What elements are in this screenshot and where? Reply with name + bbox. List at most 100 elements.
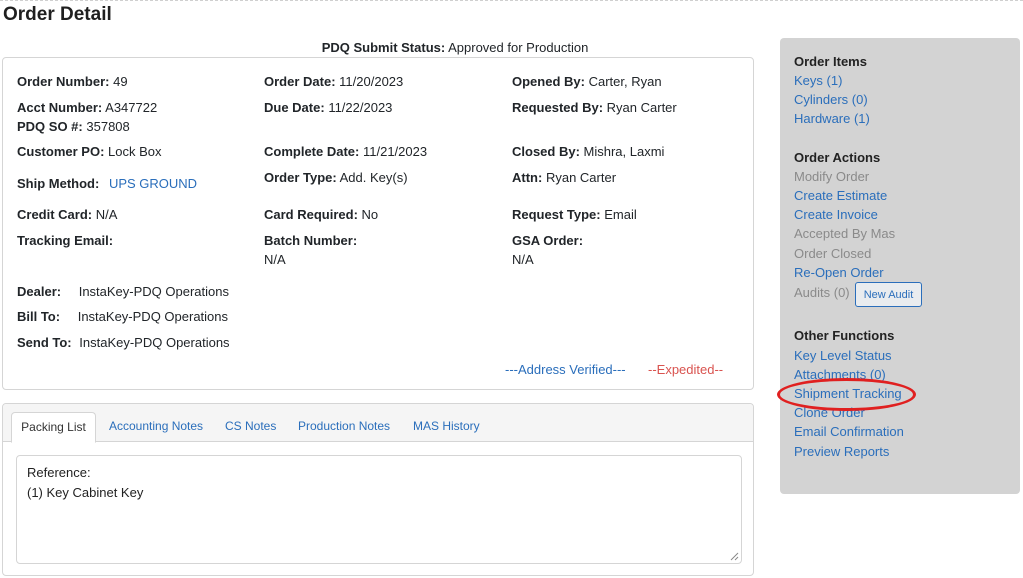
ship-method-label: Ship Method:: [17, 176, 100, 191]
order-closed-disabled: Order Closed: [794, 246, 872, 261]
customer-po-value: Lock Box: [108, 144, 162, 159]
tracking-email-label: Tracking Email:: [17, 233, 114, 248]
dealer-value: InstaKey-PDQ Operations: [78, 284, 229, 299]
send-to-value: InstaKey-PDQ Operations: [79, 335, 230, 350]
order-items-heading: Order Items: [794, 54, 867, 69]
address-verified-label: ---Address Verified---: [505, 362, 626, 377]
bill-to-label: Bill To:: [17, 309, 61, 324]
ship-method-value: UPS GROUND: [108, 176, 198, 191]
customer-po-field: Customer PO: Lock Box: [17, 142, 162, 161]
attn-label: Attn:: [512, 170, 543, 185]
order-date-field: Order Date: 11/20/2023: [264, 72, 403, 91]
order-number-value: 49: [113, 74, 128, 89]
tab-cs-notes[interactable]: CS Notes: [225, 419, 276, 433]
customer-po-label: Customer PO:: [17, 144, 105, 159]
order-number-field: Order Number: 49: [17, 72, 128, 91]
accepted-by-mas-disabled: Accepted By Mas: [794, 226, 896, 241]
due-date-value: 11/22/2023: [328, 100, 393, 115]
other-functions-heading: Other Functions: [794, 328, 895, 343]
due-date-label: Due Date:: [264, 100, 325, 115]
attn-value: Ryan Carter: [545, 170, 617, 185]
dealer-label: Dealer:: [17, 284, 62, 299]
attn-field: Attn: Ryan Carter: [512, 168, 616, 187]
keys-link[interactable]: Keys (1): [794, 73, 842, 88]
key-level-status-link[interactable]: Key Level Status: [794, 348, 892, 363]
request-type-field: Request Type: Email: [512, 205, 637, 224]
closed-by-label: Closed By:: [512, 144, 580, 159]
packing-list-notes[interactable]: Reference: (1) Key Cabinet Key: [16, 455, 742, 564]
dealer-field: Dealer: InstaKey-PDQ Operations: [17, 282, 229, 301]
resize-grip-icon[interactable]: [730, 552, 739, 561]
order-info-card: Order Number: 49 Order Date: 11/20/2023 …: [2, 57, 754, 390]
hardware-link[interactable]: Hardware (1): [794, 111, 870, 126]
order-actions-heading: Order Actions: [794, 150, 881, 165]
create-invoice-link[interactable]: Create Invoice: [794, 207, 878, 222]
pdq-so-value: 357808: [86, 119, 130, 134]
acct-number-value: A347722: [105, 100, 158, 115]
tab-accounting-notes[interactable]: Accounting Notes: [109, 419, 203, 433]
create-estimate-link[interactable]: Create Estimate: [794, 188, 887, 203]
card-required-value: No: [361, 207, 379, 222]
audits-count: Audits (0): [794, 285, 850, 300]
order-date-label: Order Date:: [264, 74, 336, 89]
card-required-label: Card Required:: [264, 207, 358, 222]
top-divider: [0, 0, 1023, 2]
email-confirmation-link[interactable]: Email Confirmation: [794, 424, 904, 439]
request-type-value: Email: [604, 207, 637, 222]
submit-status-value: Approved for Production: [448, 40, 589, 55]
acct-number-field: Acct Number: A347722: [17, 98, 157, 117]
order-date-value: 11/20/2023: [339, 74, 404, 89]
acct-number-label: Acct Number:: [17, 100, 103, 115]
notes-line-reference: Reference:: [27, 465, 91, 480]
page-title: Order Detail: [3, 4, 112, 25]
gsa-order-label: GSA Order:: [512, 233, 584, 248]
order-sidebar: Order Items Keys (1) Cylinders (0) Hardw…: [780, 38, 1020, 494]
closed-by-field: Closed By: Mishra, Laxmi: [512, 142, 664, 161]
requested-by-value: Ryan Carter: [606, 100, 677, 115]
shipment-tracking-highlight: [777, 378, 916, 411]
due-date-field: Due Date: 11/22/2023: [264, 98, 392, 117]
preview-reports-link[interactable]: Preview Reports: [794, 444, 889, 459]
gsa-order-field: GSA Order: N/A: [512, 231, 583, 269]
cylinders-link[interactable]: Cylinders (0): [794, 92, 868, 107]
tab-mas-history[interactable]: MAS History: [413, 419, 480, 433]
batch-number-label: Batch Number:: [264, 233, 358, 248]
send-to-field: Send To: InstaKey-PDQ Operations: [17, 333, 230, 352]
modify-order-disabled: Modify Order: [794, 169, 870, 184]
closed-by-value: Mishra, Laxmi: [583, 144, 665, 159]
requested-by-field: Requested By: Ryan Carter: [512, 98, 677, 117]
request-type-label: Request Type:: [512, 207, 601, 222]
pdq-so-label: PDQ SO #:: [17, 119, 83, 134]
reopen-order-link[interactable]: Re-Open Order: [794, 265, 884, 280]
batch-number-field: Batch Number: N/A: [264, 231, 357, 269]
expedited-label: --Expedited--: [648, 362, 724, 377]
opened-by-value: Carter, Ryan: [588, 74, 662, 89]
opened-by-field: Opened By: Carter, Ryan: [512, 72, 662, 91]
order-type-field: Order Type: Add. Key(s): [264, 168, 408, 187]
pdq-submit-status: PDQ Submit Status: Approved for Producti…: [0, 40, 910, 55]
order-type-label: Order Type:: [264, 170, 337, 185]
order-type-value: Add. Key(s): [339, 170, 408, 185]
opened-by-label: Opened By:: [512, 74, 585, 89]
card-required-field: Card Required: No: [264, 205, 378, 224]
new-audit-button[interactable]: New Audit: [855, 282, 922, 307]
notes-tab-panel: Packing List Accounting Notes CS Notes P…: [2, 403, 754, 576]
order-number-label: Order Number:: [17, 74, 110, 89]
ship-method-field: Ship Method: UPS GROUND: [17, 174, 197, 193]
gsa-order-value: N/A: [512, 252, 534, 267]
tracking-email-field: Tracking Email:: [17, 231, 113, 250]
tab-production-notes[interactable]: Production Notes: [298, 419, 390, 433]
complete-date-field: Complete Date: 11/21/2023: [264, 142, 427, 161]
send-to-label: Send To:: [17, 335, 72, 350]
tab-packing-list[interactable]: Packing List: [11, 412, 96, 443]
submit-status-label: PDQ Submit Status:: [321, 40, 446, 55]
credit-card-value: N/A: [95, 207, 118, 222]
bill-to-value: InstaKey-PDQ Operations: [77, 309, 229, 324]
credit-card-field: Credit Card: N/A: [17, 205, 117, 224]
pdq-so-field: PDQ SO #: 357808: [17, 117, 130, 136]
notes-line-item: (1) Key Cabinet Key: [27, 485, 144, 500]
credit-card-label: Credit Card:: [17, 207, 93, 222]
complete-date-label: Complete Date:: [264, 144, 360, 159]
requested-by-label: Requested By:: [512, 100, 604, 115]
batch-number-value: N/A: [264, 252, 286, 267]
